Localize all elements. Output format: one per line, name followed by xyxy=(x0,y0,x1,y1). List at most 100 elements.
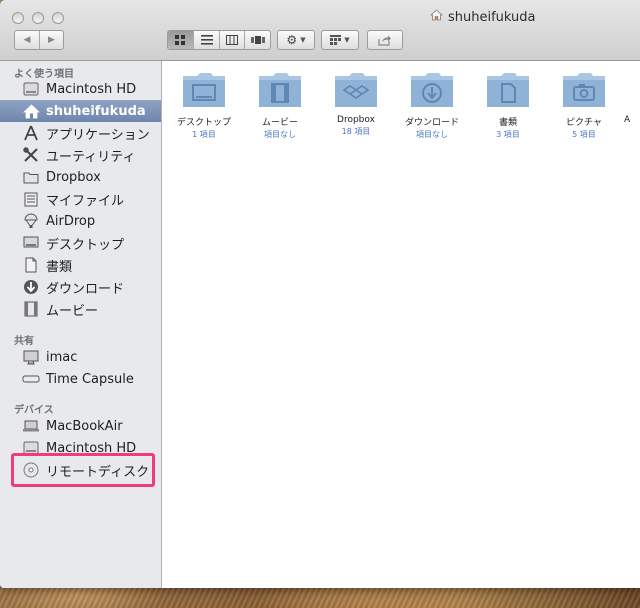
chevron-down-icon: ▼ xyxy=(344,36,350,44)
airdrop-icon xyxy=(22,213,40,229)
sidebar-item-label: Time Capsule xyxy=(46,371,134,387)
share-icon xyxy=(378,35,391,46)
back-arrow-icon: ◀ xyxy=(23,35,31,45)
close-button[interactable] xyxy=(12,12,24,24)
sidebar-item-label: ユーティリティ xyxy=(46,149,136,165)
sidebar-item-label: Dropbox xyxy=(46,169,101,185)
sidebar-item-downloads[interactable]: ダウンロード xyxy=(0,276,161,298)
folder-count: 3 項目 xyxy=(496,130,520,139)
sidebar-item-imac[interactable]: imac xyxy=(0,346,161,368)
dropbox-folder-icon xyxy=(333,71,379,109)
back-button[interactable]: ◀ xyxy=(15,31,39,49)
sidebar-item-label: 書類 xyxy=(46,259,73,275)
sidebar-item-label: ムービー xyxy=(46,303,99,319)
list-view-icon xyxy=(200,35,213,45)
documents-icon xyxy=(22,257,40,273)
icon-view-icon xyxy=(175,35,186,45)
laptop-icon xyxy=(22,418,40,434)
folder-count: 項目なし xyxy=(416,130,448,139)
desktop-icon xyxy=(22,235,40,251)
hard-drive-icon xyxy=(22,81,40,97)
folder-name: ダウンロード xyxy=(404,118,459,128)
sidebar-item-label: マイファイル xyxy=(46,193,125,209)
movies-icon xyxy=(22,301,40,317)
sidebar-item-label: アプリケーション xyxy=(46,127,150,143)
column-view-button[interactable] xyxy=(218,31,245,49)
utilities-icon xyxy=(22,147,40,163)
home-icon xyxy=(22,103,40,119)
all-my-files-icon xyxy=(22,191,40,207)
sidebar-item-time-capsule[interactable]: Time Capsule xyxy=(0,368,161,390)
file-browser-content: デスクトップ 1 項目 ムービー 項目なし Dropbox 18 項目 ダウンロ… xyxy=(162,61,640,588)
sidebar-item-all-my-files[interactable]: マイファイル xyxy=(0,188,161,210)
annotation-highlight-box xyxy=(11,453,155,487)
folder-item-movies[interactable]: ムービー 項目なし xyxy=(244,71,316,140)
forward-arrow-icon: ▶ xyxy=(48,35,55,45)
documents-folder-icon xyxy=(485,71,531,109)
list-view-button[interactable] xyxy=(193,31,219,49)
sidebar-item-documents[interactable]: 書類 xyxy=(0,254,161,276)
column-view-icon xyxy=(226,35,239,45)
sidebar-item-macbookair[interactable]: MacBookAir xyxy=(0,415,161,437)
folder-count: 5 項目 xyxy=(572,130,596,139)
sidebar-item-dropbox[interactable]: Dropbox xyxy=(0,166,161,188)
minimize-button[interactable] xyxy=(32,12,44,24)
folder-item-downloads[interactable]: ダウンロード 項目なし xyxy=(396,71,468,140)
folder-item-dropbox[interactable]: Dropbox 18 項目 xyxy=(320,71,392,137)
sidebar: よく使う項目 Macintosh HD shuheifukuda アプリケーショ… xyxy=(0,61,162,588)
folder-item-partial[interactable]: A xyxy=(624,71,640,125)
sidebar-item-airdrop[interactable]: AirDrop xyxy=(0,210,161,232)
folder-name: ムービー xyxy=(261,118,298,128)
pictures-folder-icon xyxy=(561,71,607,109)
sidebar-item-home[interactable]: shuheifukuda xyxy=(0,100,161,122)
sidebar-item-movies[interactable]: ムービー xyxy=(0,298,161,320)
arrange-icon xyxy=(330,35,342,45)
devices-section-title: デバイス xyxy=(14,405,54,416)
movies-folder-icon xyxy=(257,71,303,109)
sidebar-item-desktop[interactable]: デスクトップ xyxy=(0,232,161,254)
downloads-icon xyxy=(22,279,40,295)
forward-button[interactable]: ▶ xyxy=(38,31,63,49)
sidebar-item-label: デスクトップ xyxy=(46,237,125,253)
sidebar-item-label: Macintosh HD xyxy=(46,81,137,97)
folder-item-desktop[interactable]: デスクトップ 1 項目 xyxy=(168,71,240,140)
chevron-down-icon: ▼ xyxy=(300,36,306,44)
home-icon xyxy=(429,9,444,25)
folder-icon xyxy=(22,169,40,185)
back-forward-control: ◀ ▶ xyxy=(14,30,64,50)
cover-flow-button[interactable] xyxy=(244,31,270,49)
folder-name: 書類 xyxy=(498,118,517,128)
icon-view-button[interactable] xyxy=(168,31,194,49)
zoom-button[interactable] xyxy=(52,12,64,24)
folder-name: ピクチャ xyxy=(566,118,602,128)
sidebar-item-utilities[interactable]: ユーティリティ xyxy=(0,144,161,166)
applications-icon xyxy=(22,125,40,141)
folder-item-documents[interactable]: 書類 3 項目 xyxy=(472,71,544,140)
sidebar-item-applications[interactable]: アプリケーション xyxy=(0,122,161,144)
gear-icon: ⚙ xyxy=(286,33,298,47)
window-title-text: shuheifukuda xyxy=(448,9,536,25)
folder-name: デスクトップ xyxy=(176,118,231,128)
desktop-folder-icon xyxy=(181,71,227,109)
sidebar-item-label: shuheifukuda xyxy=(46,103,146,119)
folder-icon xyxy=(624,71,640,109)
action-button[interactable]: ⚙ ▼ xyxy=(277,30,315,50)
sidebar-item-label: AirDrop xyxy=(46,213,96,229)
view-mode-control xyxy=(167,30,271,50)
folder-name: Dropbox xyxy=(337,115,375,125)
sidebar-item-label: MacBookAir xyxy=(46,418,123,434)
time-capsule-icon xyxy=(22,371,40,387)
sidebar-item-macintosh-hd[interactable]: Macintosh HD xyxy=(0,78,161,100)
title-bar: shuheifukuda ◀ ▶ ⚙ ▼ ▼ xyxy=(0,0,640,61)
downloads-folder-icon xyxy=(409,71,455,109)
folder-name: A xyxy=(624,115,631,125)
imac-icon xyxy=(22,349,40,365)
folder-item-pictures[interactable]: ピクチャ 5 項目 xyxy=(548,71,620,140)
arrange-button[interactable]: ▼ xyxy=(321,30,359,50)
share-button[interactable] xyxy=(367,30,403,50)
cover-flow-icon xyxy=(250,36,265,44)
folder-count: 項目なし xyxy=(264,130,296,139)
folder-count: 1 項目 xyxy=(192,130,216,139)
folder-count: 18 項目 xyxy=(341,127,371,136)
sidebar-item-label: ダウンロード xyxy=(46,281,125,297)
